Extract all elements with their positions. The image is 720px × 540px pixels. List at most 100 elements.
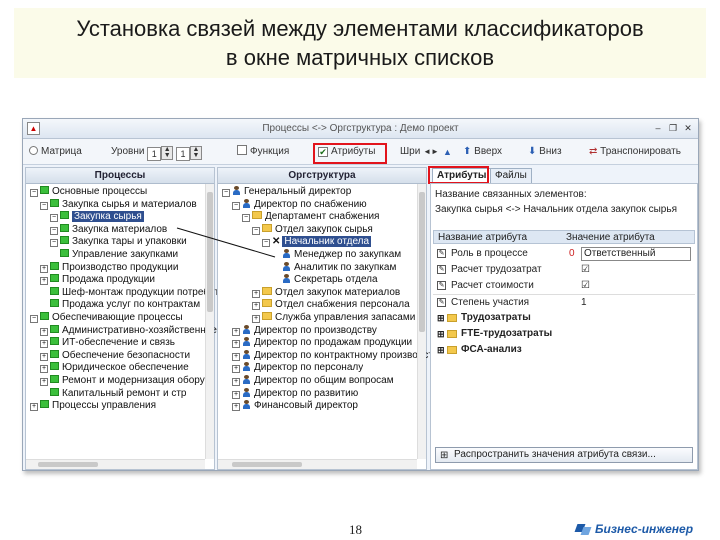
tree-row[interactable]: + Директор по контрактному производству [232, 349, 443, 363]
tree-row-selected[interactable]: − ✕ Начальник отдела [262, 236, 372, 249]
close-icon[interactable]: ✕ [682, 122, 694, 134]
expand-icon[interactable]: + [40, 340, 48, 349]
collapse-icon[interactable]: − [50, 214, 58, 223]
tree-row[interactable]: + Финансовый директор [232, 400, 358, 413]
expand-icon[interactable]: + [232, 403, 240, 412]
tree-row[interactable]: + Обеспечение безопасности [40, 349, 190, 363]
processes-vscroll[interactable] [205, 184, 214, 459]
level1-stepper[interactable]: ▲ ▼ [161, 146, 174, 160]
expand-icon[interactable]: + [232, 378, 240, 386]
scroll-thumb[interactable] [232, 462, 302, 467]
tree-row[interactable]: Продажа услуг по контрактам [50, 299, 200, 312]
expand-icon[interactable]: + [232, 340, 240, 349]
tree-row[interactable]: − Основные процессы [30, 186, 147, 199]
expand-icon[interactable]: + [40, 365, 48, 374]
collapse-icon[interactable]: − [40, 201, 48, 210]
expand-icon[interactable]: + [40, 327, 48, 336]
tree-row[interactable]: + Директор по общим вопросам [232, 375, 394, 388]
collapse-icon[interactable]: − [242, 214, 250, 223]
expand-icon[interactable]: ⊞ [437, 310, 445, 326]
level1-input[interactable]: 1 [147, 147, 162, 161]
expand-icon[interactable]: + [252, 289, 260, 298]
tree-row[interactable]: Управление закупками [60, 249, 178, 262]
attribute-group[interactable]: ⊞ ФСА-анализ [433, 342, 695, 358]
tree-row[interactable]: − Закупка материалов [50, 223, 167, 237]
expand-icon[interactable]: + [40, 352, 48, 361]
tab-files[interactable]: Файлы [490, 168, 532, 183]
expand-icon[interactable]: + [232, 352, 240, 361]
collapse-icon[interactable]: − [232, 201, 240, 210]
tree-row[interactable]: − Директор по снабжению [232, 198, 367, 212]
tree-row[interactable]: Менеджер по закупкам [282, 249, 401, 262]
scroll-thumb[interactable] [419, 192, 425, 332]
expand-icon[interactable]: ⊞ [437, 326, 445, 342]
orgstructure-vscroll[interactable] [417, 184, 426, 459]
expand-icon[interactable]: + [252, 315, 260, 323]
function-checkbox[interactable]: Функция [237, 144, 289, 160]
tree-row[interactable]: + Продажа продукции [40, 274, 155, 287]
collapse-icon[interactable]: − [30, 189, 38, 197]
level2-input[interactable]: 1 [176, 147, 191, 161]
tree-row[interactable]: + Директор по развитию [232, 387, 358, 401]
expand-icon[interactable]: + [40, 264, 48, 273]
tree-row[interactable]: + Ремонт и модернизация обору [40, 375, 205, 388]
tree-row[interactable]: − Отдел закупок сырья [252, 223, 373, 237]
expand-icon[interactable]: ⊞ [437, 342, 445, 358]
scroll-thumb[interactable] [38, 462, 98, 467]
level2-stepper[interactable]: ▲ ▼ [190, 146, 203, 160]
tree-row[interactable]: Аналитик по закупкам [282, 261, 396, 275]
collapse-icon[interactable]: − [252, 226, 260, 235]
tree-row[interactable]: − Генеральный директор [222, 186, 351, 199]
attribute-row[interactable]: ✎ Роль в процессе 0 Ответственный [433, 246, 695, 262]
tree-row[interactable]: + Отдел снабжения персонала [252, 299, 410, 312]
tree-row[interactable]: + Служба управления запасами [252, 312, 415, 325]
tree-row[interactable]: − Закупка тары и упаковки [50, 236, 187, 249]
expand-icon[interactable]: + [40, 378, 48, 386]
tree-row[interactable]: − Закупка сырья и материалов [40, 198, 197, 212]
tree-row[interactable]: + Директор по персоналу [232, 362, 363, 375]
up-button[interactable]: ⬆ Вверх [463, 144, 502, 160]
expand-icon[interactable]: + [40, 277, 48, 286]
processes-hscroll[interactable] [26, 459, 205, 469]
expand-icon[interactable]: + [232, 365, 240, 374]
tree-row[interactable]: + Директор по производству [232, 324, 377, 338]
down-button[interactable]: ⬇ Вниз [528, 144, 562, 160]
tree-row[interactable]: + Производство продукции [40, 261, 178, 275]
attribute-value[interactable]: 1 [581, 295, 587, 311]
collapse-icon[interactable]: − [50, 239, 58, 248]
tree-row[interactable]: Секретарь отдела [282, 274, 378, 287]
expand-icon[interactable]: + [252, 302, 260, 311]
attribute-checkbox[interactable]: ☑ [581, 262, 590, 278]
collapse-icon[interactable]: − [222, 189, 230, 197]
expand-icon[interactable]: + [30, 403, 38, 412]
tree-row[interactable]: − Обеспечивающие процессы [30, 312, 183, 325]
tree-row[interactable]: + Юридическое обеспечение [40, 362, 189, 375]
tree-row[interactable]: + Директор по продажам продукции [232, 337, 412, 350]
role-dropdown[interactable]: Ответственный [581, 247, 691, 261]
tree-row[interactable]: Капитальный ремонт и стр [50, 387, 186, 401]
tree-row[interactable]: + ИТ-обеспечение и связь [40, 337, 175, 350]
attribute-group[interactable]: ⊞ FTE-трудозатраты [433, 326, 695, 342]
tree-row-selected[interactable]: − Закупка сырья [50, 211, 144, 224]
transpose-button[interactable]: ⇄ Транспонировать [589, 144, 681, 160]
scroll-thumb[interactable] [207, 192, 213, 312]
propagate-attribute-button[interactable]: ⊞ Распространить значения атрибута связи.… [435, 447, 693, 463]
expand-icon[interactable]: + [232, 390, 240, 399]
tree-row[interactable]: + Отдел закупок материалов [252, 286, 400, 300]
attribute-row[interactable]: ✎ Расчет трудозатрат ☑ [433, 262, 695, 278]
restore-icon[interactable]: ❐ [667, 122, 679, 134]
tree-row[interactable]: + Процессы управления [30, 400, 156, 413]
up-down-arrows-icon[interactable]: ▲ [443, 144, 452, 160]
tree-row[interactable]: + Административно-хозяйственное [40, 324, 217, 338]
matrix-radio[interactable]: Матрица [29, 144, 82, 160]
minimize-icon[interactable]: – [652, 122, 664, 134]
collapse-icon[interactable]: − [50, 226, 58, 235]
collapse-icon[interactable]: − [262, 239, 270, 248]
tree-row[interactable]: − Департамент снабжения [242, 211, 379, 224]
expand-icon[interactable]: + [232, 327, 240, 336]
attribute-checkbox[interactable]: ☑ [581, 278, 590, 294]
attribute-row[interactable]: ✎ Расчет стоимости ☑ [433, 278, 695, 294]
collapse-icon[interactable]: − [30, 315, 38, 323]
attribute-group[interactable]: ⊞ Трудозатраты [433, 310, 695, 326]
width-control[interactable]: Шри ◄► [400, 144, 439, 160]
